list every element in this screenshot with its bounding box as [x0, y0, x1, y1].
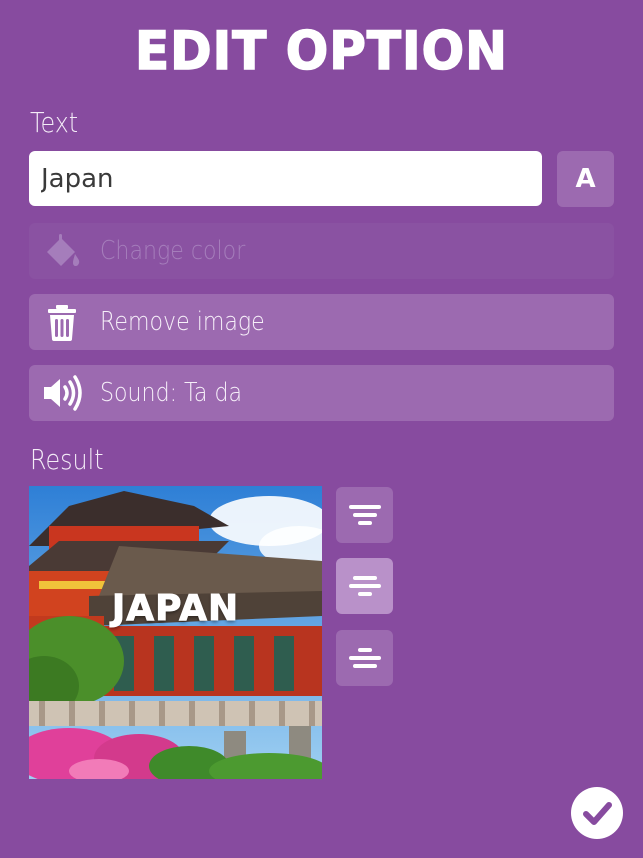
remove-image-label: Remove image — [100, 307, 265, 337]
result-section-label: Result — [30, 443, 104, 476]
paint-bucket-icon — [41, 230, 83, 272]
sound-label: Sound: Ta da — [100, 378, 243, 408]
text-section-label: Text — [30, 106, 79, 139]
font-style-button[interactable]: A — [557, 151, 614, 207]
trash-icon — [41, 301, 83, 343]
speaker-icon — [41, 372, 83, 414]
align-bottom-icon — [348, 648, 381, 668]
align-middle-icon — [348, 576, 381, 596]
change-color-label: Change color — [100, 236, 246, 266]
font-button-label: A — [575, 164, 596, 194]
align-top-icon — [348, 505, 381, 525]
option-text-input[interactable] — [29, 151, 542, 206]
temple-illustration — [29, 486, 322, 779]
align-bottom-button[interactable] — [336, 630, 393, 686]
sound-button[interactable]: Sound: Ta da — [29, 365, 614, 421]
remove-image-button[interactable]: Remove image — [29, 294, 614, 350]
align-top-button[interactable] — [336, 487, 393, 543]
checkmark-icon — [583, 802, 612, 825]
result-preview-image: JAPAN — [29, 486, 322, 779]
result-caption: JAPAN — [111, 588, 240, 630]
change-color-button[interactable]: Change color — [29, 223, 614, 279]
align-middle-button[interactable] — [336, 558, 393, 614]
confirm-button[interactable] — [571, 787, 623, 839]
page-title: EDIT OPTION — [134, 20, 508, 82]
